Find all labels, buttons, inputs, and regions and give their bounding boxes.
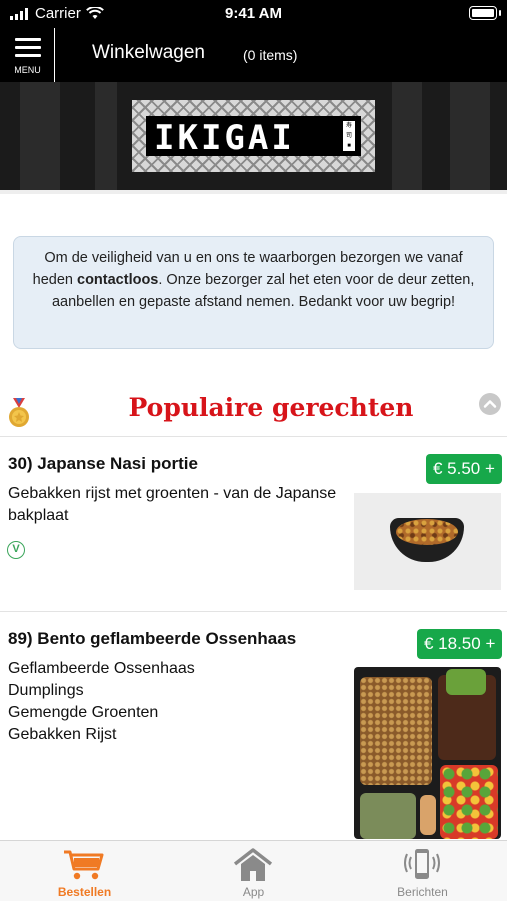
- description-line: Geflambeerde Ossenhaas: [8, 660, 195, 677]
- product-image[interactable]: [354, 667, 501, 839]
- logo-seal: 寿司 ■: [343, 121, 355, 151]
- tab-app[interactable]: App: [169, 841, 338, 901]
- product-description: Gebakken rijst met groenten - van de Jap…: [8, 483, 348, 527]
- tab-label: Berichten: [397, 885, 448, 899]
- product-title[interactable]: 30) Japanse Nasi portie: [8, 454, 198, 474]
- section-title: Populaire gerechten: [128, 393, 414, 422]
- brand-banner: IKIGAI 寿司 ■: [0, 82, 507, 190]
- product-title[interactable]: 89) Bento geflambeerde Ossenhaas: [8, 629, 296, 649]
- phone-notification-icon: [404, 849, 440, 879]
- status-bar: Carrier 9:41 AM: [0, 0, 507, 28]
- notice-bold-text: contactloos: [77, 272, 159, 288]
- cart-item-count[interactable]: (0 items): [243, 47, 297, 63]
- menu-label: MENU: [14, 65, 41, 75]
- product-image[interactable]: [354, 493, 501, 590]
- product-description: Geflambeerde Ossenhaas Dumplings Gemengd…: [8, 658, 348, 746]
- ikigai-logo: IKIGAI 寿司 ■: [132, 100, 375, 172]
- status-time: 9:41 AM: [225, 5, 282, 22]
- bottom-tab-bar: Bestellen App Berichten: [0, 840, 507, 901]
- tab-label: App: [242, 885, 265, 899]
- description-line: Gebakken Rijst: [8, 726, 117, 743]
- product-divider: [0, 611, 507, 612]
- description-line: Gebakken rijst met groenten - van de Jap…: [8, 485, 337, 524]
- safety-notice: Om de veiligheid van u en ons te waarbor…: [13, 236, 494, 349]
- chevron-up-icon[interactable]: [479, 393, 501, 415]
- hamburger-icon: [15, 38, 41, 62]
- cart-icon: [64, 850, 104, 880]
- vegetarian-icon: V: [7, 541, 25, 559]
- logo-text: IKIGAI: [154, 118, 295, 158]
- battery-tip: [499, 10, 501, 16]
- app-header: MENU Winkelwagen (0 items): [0, 28, 507, 82]
- price-button[interactable]: € 5.50 +: [426, 454, 502, 484]
- description-line: Dumplings: [8, 682, 84, 699]
- tab-label: Bestellen: [57, 885, 112, 899]
- menu-button[interactable]: MENU: [0, 28, 55, 82]
- section-divider: [0, 436, 507, 437]
- home-icon: [233, 848, 273, 881]
- price-button[interactable]: € 18.50 +: [417, 629, 503, 659]
- tab-bestellen[interactable]: Bestellen: [0, 841, 169, 901]
- description-line: Gemengde Groenten: [8, 704, 159, 721]
- battery-icon: [469, 6, 497, 20]
- cart-title[interactable]: Winkelwagen: [92, 42, 205, 64]
- tab-berichten[interactable]: Berichten: [338, 841, 507, 901]
- banner-divider: [0, 190, 507, 194]
